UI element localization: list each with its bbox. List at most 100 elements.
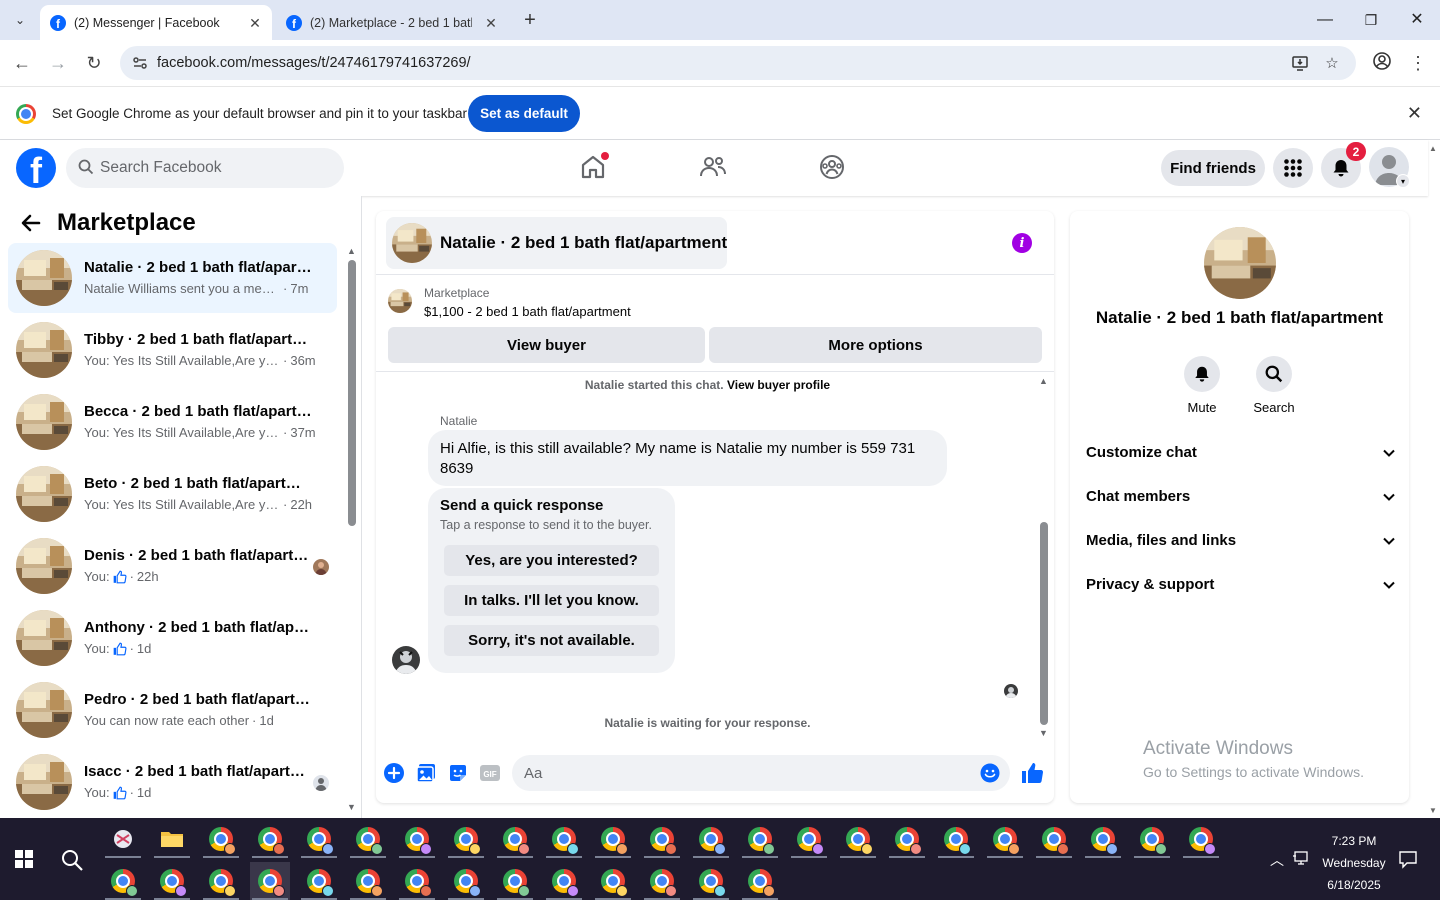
taskbar-chrome-icon[interactable] <box>985 820 1025 858</box>
thumbs-up-like-icon[interactable] <box>1020 761 1044 785</box>
sidebar-scrollbar[interactable] <box>348 260 356 526</box>
taskbar-chrome-icon[interactable] <box>103 862 143 900</box>
conversation-item[interactable]: Becca · 2 bed 1 bath flat/apartment You: … <box>8 387 337 457</box>
taskbar-chrome-icon[interactable] <box>348 862 388 900</box>
scroll-down-arrow-icon[interactable]: ▼ <box>347 802 356 812</box>
media-files-links-row[interactable]: Media, files and links <box>1086 532 1396 562</box>
tray-overflow-chevron-icon[interactable]: ︿ <box>1270 850 1284 870</box>
taskbar-chrome-icon[interactable] <box>1181 820 1221 858</box>
bell-icon[interactable] <box>1184 356 1220 392</box>
network-icon[interactable] <box>1293 849 1311 867</box>
tab-messenger[interactable]: f (2) Messenger | Facebook ✕ <box>40 5 272 40</box>
taskbar-chrome-icon[interactable] <box>446 820 486 858</box>
set-default-button[interactable]: Set as default <box>468 95 580 132</box>
taskbar-chrome-icon[interactable] <box>838 820 878 858</box>
conversation-item[interactable]: Tibby · 2 bed 1 bath flat/apartment You: … <box>8 315 337 385</box>
sender-avatar[interactable] <box>392 646 420 674</box>
gif-icon[interactable]: GIF <box>479 762 501 784</box>
chrome-menu-icon[interactable]: ⋮ <box>1406 51 1430 75</box>
taskbar-chrome-icon[interactable] <box>593 862 633 900</box>
taskbar-chrome-icon[interactable] <box>397 820 437 858</box>
taskbar-chrome-icon[interactable] <box>887 820 927 858</box>
scroll-up-arrow-icon[interactable]: ▲ <box>347 246 356 256</box>
taskbar-chrome-icon[interactable] <box>446 862 486 900</box>
conversation-item[interactable]: Pedro · 2 bed 1 bath flat/apartment You c… <box>8 675 337 745</box>
search-facebook-input[interactable]: Search Facebook <box>66 148 344 188</box>
friends-icon[interactable] <box>698 152 728 182</box>
taskbar-chrome-icon[interactable] <box>740 820 780 858</box>
more-options-button[interactable]: More options <box>709 327 1042 363</box>
taskbar-chrome-icon[interactable] <box>691 820 731 858</box>
menu-grid-icon[interactable] <box>1273 148 1313 188</box>
chat-scroll-up-arrow-icon[interactable]: ▲ <box>1039 376 1048 386</box>
windows-start-icon[interactable] <box>15 850 33 868</box>
taskbar-chrome-icon[interactable] <box>1034 820 1074 858</box>
close-infobar-icon[interactable]: ✕ <box>1407 103 1422 124</box>
install-app-icon[interactable] <box>1290 54 1310 74</box>
conversation-item[interactable]: Isacc · 2 bed 1 bath flat/apartment You: ·… <box>8 747 337 817</box>
taskbar-chrome-icon[interactable] <box>152 862 192 900</box>
taskbar-chrome-icon[interactable] <box>250 862 290 900</box>
taskbar-search-icon[interactable] <box>60 848 84 872</box>
new-tab-plus-icon[interactable]: + <box>519 9 541 31</box>
chat-scrollbar[interactable] <box>1040 522 1048 725</box>
profile-icon[interactable] <box>1370 51 1394 75</box>
view-buyer-profile-link[interactable]: View buyer profile <box>727 378 830 392</box>
taskbar-chrome-icon[interactable] <box>1132 820 1172 858</box>
account-chevron-icon[interactable]: ▾ <box>1396 174 1410 188</box>
conversation-item[interactable]: Denis · 2 bed 1 bath flat/apartment You: ·… <box>8 531 337 601</box>
taskbar-chrome-icon[interactable] <box>201 862 241 900</box>
tab-marketplace[interactable]: f (2) Marketplace - 2 bed 1 bath flat/ap… <box>276 5 508 40</box>
chat-header[interactable]: Natalie · 2 bed 1 bath flat/apartment <box>386 217 727 269</box>
notification-center-icon[interactable] <box>1398 849 1418 869</box>
conversation-item[interactable]: Natalie · 2 bed 1 bath flat/apartment Nat… <box>8 243 337 313</box>
privacy-support-row[interactable]: Privacy & support <box>1086 576 1396 606</box>
taskbar-chrome-icon[interactable] <box>642 862 682 900</box>
maximize-icon[interactable]: ❐ <box>1359 8 1383 32</box>
taskbar-chrome-icon[interactable] <box>495 862 535 900</box>
taskbar-chrome-icon[interactable] <box>936 820 976 858</box>
chat-scroll-down-arrow-icon[interactable]: ▼ <box>1039 728 1048 738</box>
quick-response-sorry-button[interactable]: Sorry, it's not available. <box>444 625 659 656</box>
conversation-item[interactable]: Anthony · 2 bed 1 bath flat/apartment You… <box>8 603 337 673</box>
taskbar-chrome-icon[interactable] <box>544 862 584 900</box>
system-clock[interactable]: 7:23 PM Wednesday 6/18/2025 <box>1312 830 1396 896</box>
forward-arrow-icon[interactable]: → <box>46 51 70 75</box>
view-buyer-button[interactable]: View buyer <box>388 327 705 363</box>
taskbar-chrome-icon[interactable] <box>348 820 388 858</box>
conversation-item[interactable]: Beto · 2 bed 1 bath flat/apartment You: Y… <box>8 459 337 529</box>
page-scroll-up-arrow-icon[interactable]: ▲ <box>1429 144 1437 153</box>
back-arrow-icon[interactable] <box>20 212 42 240</box>
back-arrow-icon[interactable]: ← <box>10 51 34 75</box>
taskbar-chrome-icon[interactable] <box>593 820 633 858</box>
chat-members-row[interactable]: Chat members <box>1086 488 1396 518</box>
listing-price-title[interactable]: $1,100 - 2 bed 1 bath flat/apartment <box>424 304 631 319</box>
taskbar-chrome-icon[interactable] <box>642 820 682 858</box>
quick-response-in-talks-button[interactable]: In talks. I'll let you know. <box>444 585 659 616</box>
tab-search-chevron-icon[interactable]: ⌄ <box>8 8 32 32</box>
page-scroll-down-arrow-icon[interactable]: ▼ <box>1429 806 1437 815</box>
taskbar-chrome-icon[interactable] <box>789 820 829 858</box>
taskbar-file-explorer-icon[interactable] <box>152 820 192 858</box>
attach-photo-icon[interactable] <box>415 762 437 784</box>
url-text[interactable]: facebook.com/messages/t/2474617974163726… <box>157 55 471 71</box>
minimize-icon[interactable]: — <box>1313 8 1337 32</box>
search-action[interactable]: Search <box>1244 356 1304 415</box>
reload-icon[interactable]: ↻ <box>82 51 106 75</box>
mute-action[interactable]: Mute <box>1172 356 1232 415</box>
close-tab-icon[interactable]: ✕ <box>246 14 264 32</box>
taskbar-chrome-icon[interactable] <box>691 862 731 900</box>
taskbar-chrome-icon[interactable] <box>544 820 584 858</box>
taskbar-chrome-icon[interactable] <box>1083 820 1123 858</box>
info-icon[interactable]: i <box>1012 233 1032 253</box>
taskbar-chrome-icon[interactable] <box>201 820 241 858</box>
taskbar-snipping-tool-icon[interactable] <box>103 820 143 858</box>
taskbar-chrome-icon[interactable] <box>495 820 535 858</box>
facebook-logo-icon[interactable]: f <box>16 148 56 188</box>
site-settings-icon[interactable] <box>132 55 148 71</box>
taskbar-chrome-icon[interactable] <box>299 820 339 858</box>
close-tab-icon[interactable]: ✕ <box>482 14 500 32</box>
sticker-icon[interactable] <box>447 762 469 784</box>
plus-circle-icon[interactable] <box>383 762 405 784</box>
customize-chat-row[interactable]: Customize chat <box>1086 444 1396 474</box>
